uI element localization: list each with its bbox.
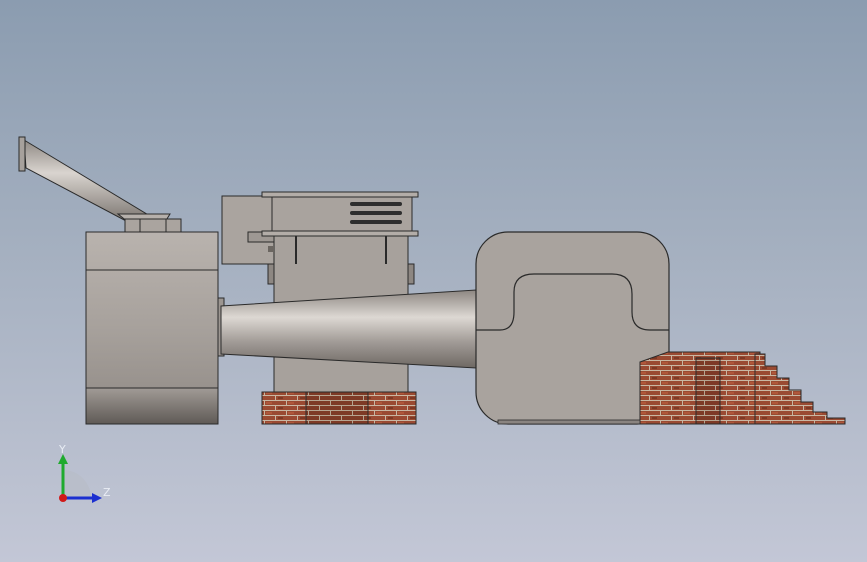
x-axis-dot <box>59 494 67 502</box>
cad-model-scene[interactable] <box>0 0 867 562</box>
left-housing-unit[interactable] <box>85 218 225 425</box>
z-axis-arrowhead <box>92 493 102 503</box>
conical-duct[interactable] <box>220 289 477 369</box>
z-axis-label: Z <box>103 486 111 499</box>
y-axis-label: Y <box>59 443 66 456</box>
inclined-feed-pipe[interactable] <box>18 136 171 223</box>
triad-plane <box>63 470 91 498</box>
middle-brick-base <box>261 391 417 425</box>
graphics-viewport[interactable]: Y Z <box>0 0 867 562</box>
